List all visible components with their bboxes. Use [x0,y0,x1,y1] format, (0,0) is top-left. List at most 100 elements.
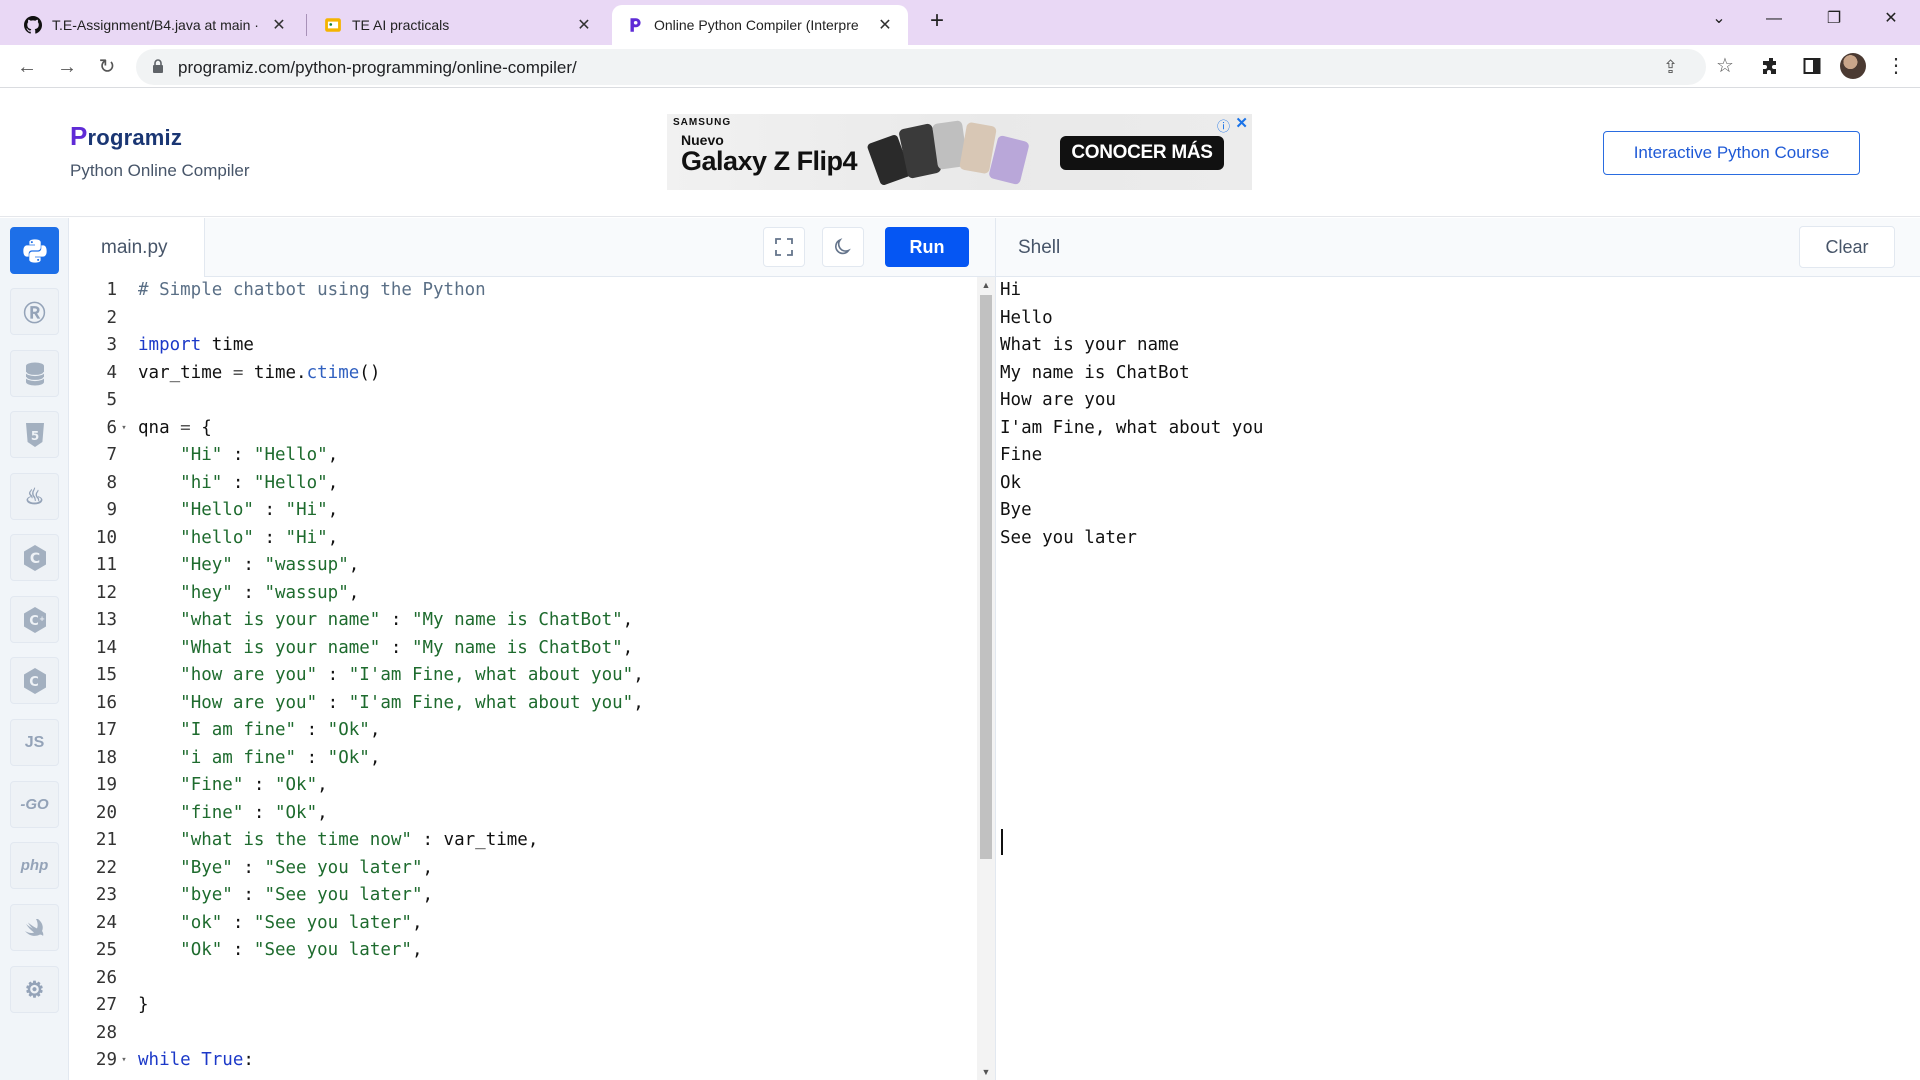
code-line[interactable]: 1 # Simple chatbot using the Python [70,277,977,305]
code-line[interactable]: 11 "Hey" : "wassup", [70,552,977,580]
samsung-ad-banner[interactable]: SAMSUNG Nuevo Galaxy Z Flip4 CONOCER MÁS… [667,114,1252,190]
code-line[interactable]: 5 [70,387,977,415]
rail-item-r[interactable]: Ⓡ [10,288,59,335]
shell-header: Shell Clear [996,218,1920,277]
token: , [317,802,328,823]
rail-item-html[interactable]: 5 [10,411,59,458]
code-line[interactable]: 6 ▾ qna = { [70,415,977,443]
browser-tab-github[interactable]: T.E-Assignment/B4.java at main · ✕ [10,5,302,45]
scrollbar-thumb[interactable] [980,295,992,859]
javascript-icon: JS [24,733,45,751]
share-icon[interactable]: ⇪ [1663,57,1678,78]
rail-item-php[interactable]: php [10,842,59,889]
address-bar[interactable]: programiz.com/python-programming/online-… [136,49,1706,85]
interactive-course-button[interactable]: Interactive Python Course [1603,131,1860,175]
browser-menu-icon[interactable]: ⋮ [1886,53,1906,78]
code-line[interactable]: 14 "What is your name" : "My name is Cha… [70,635,977,663]
rail-item-python[interactable] [10,227,59,274]
side-panel-icon[interactable] [1803,57,1821,75]
code-line[interactable]: 26 [70,965,977,993]
tab-search-icon[interactable]: ⌄ [1690,0,1748,40]
code-line[interactable]: 18 "i am fine" : "Ok", [70,745,977,773]
close-tab-icon[interactable]: ✕ [575,15,593,35]
code-line[interactable]: 9 "Hello" : "Hi", [70,497,977,525]
dark-mode-button[interactable] [822,227,864,267]
code-text: "Hi" : "Hello", [138,442,338,470]
rail-item-rust[interactable]: ⚙ [10,966,59,1013]
editor-header: main.py Run [70,218,995,277]
shell-panel: Shell Clear Hi Hello What is your name My n… [995,218,1920,1080]
token-str: "See you later" [264,885,423,905]
rail-item-c[interactable]: C [10,534,59,581]
ad-close-icon[interactable]: ✕ [1235,114,1248,132]
browser-tab-slides[interactable]: TE AI practicals ✕ [310,5,607,45]
token-str: "I am fine" [180,720,297,740]
code-line[interactable]: 8 "hi" : "Hello", [70,470,977,498]
forward-button[interactable]: → [53,53,81,81]
shell-output-line: Hi [1000,280,1022,300]
code-line[interactable]: 21 "what is the time now" : var_time, [70,827,977,855]
code-line[interactable]: 19 "Fine" : "Ok", [70,772,977,800]
code-line[interactable]: 10 "hello" : "Hi", [70,525,977,553]
rail-item-sql[interactable] [10,350,59,397]
rail-item-js[interactable]: JS [10,719,59,766]
rail-item-swift[interactable] [10,904,59,951]
programiz-logo[interactable]: Programiz [70,121,182,152]
code-text: "what is the time now" : var_time, [138,827,538,855]
token: : var_time, [411,830,539,850]
code-line[interactable]: 15 "how are you" : "I'am Fine, what abou… [70,662,977,690]
ad-model: Galaxy Z Flip4 [681,146,858,176]
fullscreen-button[interactable] [763,227,805,267]
profile-avatar[interactable] [1840,53,1866,79]
clear-button[interactable]: Clear [1799,226,1895,268]
code-area[interactable]: 1 # Simple chatbot using the Python 2 3 impo… [70,277,977,1080]
rail-item-go[interactable]: -GO [10,781,59,828]
back-button[interactable]: ← [13,53,41,81]
code-line[interactable]: 13 "what is your name" : "My name is Cha… [70,607,977,635]
code-line[interactable]: 12 "hey" : "wassup", [70,580,977,608]
token: : [222,472,254,493]
code-line[interactable]: 25 "Ok" : "See you later", [70,937,977,965]
code-line[interactable]: 24 "ok" : "See you later", [70,910,977,938]
code-line[interactable]: 3 import time [70,332,977,360]
code-text: "Hey" : "wassup", [138,552,359,580]
extensions-icon[interactable] [1762,57,1780,75]
close-window-button[interactable]: ✕ [1862,0,1920,40]
rail-item-csharp[interactable]: C [10,657,59,704]
ad-cta-button[interactable]: CONOCER MÁS [1060,136,1224,170]
code-line[interactable]: 29 ▾ while True: [70,1047,977,1075]
scroll-down-icon[interactable]: ▼ [977,1067,995,1077]
code-line[interactable]: 27} [70,992,977,1020]
browser-tab-programiz[interactable]: Online Python Compiler (Interpre ✕ [612,5,908,45]
new-tab-button[interactable]: + [923,8,951,36]
code-line[interactable]: 22 "Bye" : "See you later", [70,855,977,883]
code-line[interactable]: 4 var_time = time.ctime() [70,360,977,388]
shell-output[interactable]: Hi Hello What is your name My name is ChatB… [1000,277,1915,1080]
code-line[interactable]: 17 "I am fine" : "Ok", [70,717,977,745]
code-line[interactable]: 28 [70,1020,977,1048]
editor-scrollbar[interactable]: ▲ ▼ [977,277,995,1080]
code-line[interactable]: 2 [70,305,977,333]
bookmark-star-icon[interactable]: ☆ [1716,53,1734,78]
ad-info-icon[interactable]: ⓘ [1217,116,1230,135]
code-line[interactable]: 23 "bye" : "See you later", [70,882,977,910]
fold-arrow-icon[interactable]: ▾ [119,415,129,443]
shell-output-line: Ok [1000,472,1022,493]
scroll-up-icon[interactable]: ▲ [977,280,995,290]
fold-arrow-icon[interactable]: ▾ [119,1047,129,1075]
file-tab-main-py[interactable]: main.py [70,218,205,277]
run-button[interactable]: Run [885,227,969,267]
code-text: "fine" : "Ok", [138,800,328,828]
code-line[interactable]: 20 "fine" : "Ok", [70,800,977,828]
code-line[interactable]: 16 "How are you" : "I'am Fine, what abou… [70,690,977,718]
token-str: "Fine" [180,775,244,795]
minimize-button[interactable]: — [1745,0,1803,40]
restore-button[interactable]: ❐ [1805,0,1863,40]
rail-item-java[interactable]: ♨ [10,473,59,520]
rail-item-cpp[interactable]: C + [10,596,59,643]
close-tab-icon[interactable]: ✕ [876,15,894,35]
logo-text: rogramiz [87,125,183,150]
reload-button[interactable]: ↻ [93,53,121,81]
code-line[interactable]: 7 "Hi" : "Hello", [70,442,977,470]
close-tab-icon[interactable]: ✕ [270,15,288,35]
